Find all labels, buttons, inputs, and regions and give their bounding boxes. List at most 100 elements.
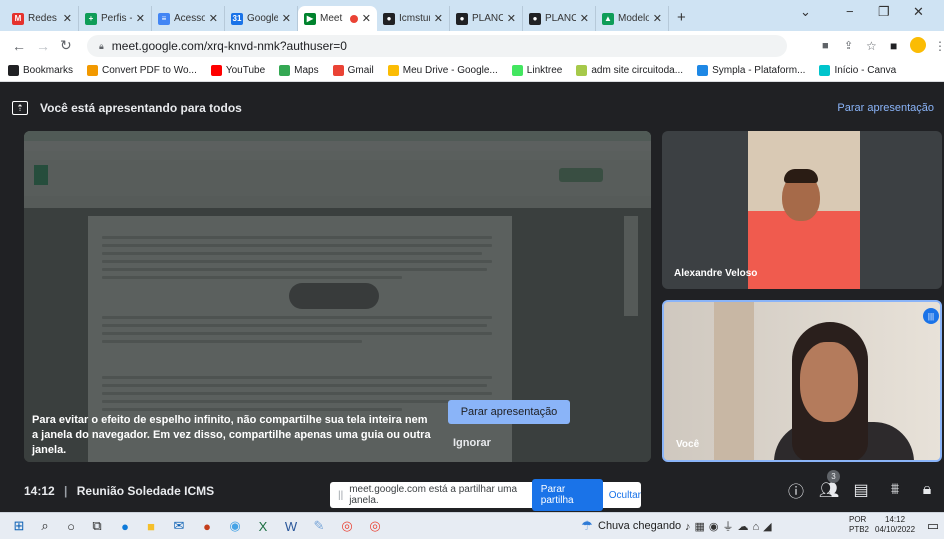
browser-tab[interactable]: + Perfis - Pa ✕	[79, 6, 152, 31]
menu-icon[interactable]: ⋮	[934, 39, 944, 53]
present-screen-icon: ⇡	[12, 101, 28, 115]
star-icon[interactable]: ☆	[866, 39, 877, 53]
stop-sharing-button[interactable]: Parar partilha	[531, 479, 603, 511]
tab-title: PLANO DE	[472, 13, 503, 24]
sharing-notice-text: meet.google.com está a partilhar uma jan…	[349, 484, 518, 506]
address-bar[interactable]: 🔒︎ meet.google.com/xrq-knvd-nmk?authuser…	[87, 35, 787, 57]
back-icon[interactable]: ←	[12, 38, 26, 54]
edge-icon[interactable]: ●	[116, 517, 134, 535]
bookmark-label: Sympla - Plataform...	[712, 65, 806, 76]
share-icon[interactable]: ⇪	[844, 39, 853, 52]
lang-indicator[interactable]: POR PTB2	[849, 515, 869, 535]
start-icon[interactable]: ⊞	[10, 517, 28, 535]
chrome-icon-2[interactable]: ◎	[366, 517, 384, 535]
close-tab-icon[interactable]: ✕	[63, 12, 72, 25]
new-tab-button[interactable]: +	[677, 9, 686, 26]
bookmark-favicon-icon	[387, 65, 399, 76]
tab-search-icon[interactable]: ⌄	[800, 4, 811, 20]
maximize-icon[interactable]: ❐	[878, 4, 890, 20]
bookmark-item[interactable]: Início - Canva	[819, 65, 896, 76]
stop-presenting-link[interactable]: Parar apresentação	[837, 102, 934, 114]
chat-icon[interactable]: ▤	[850, 479, 872, 501]
task-view-icon[interactable]: ⧉	[88, 517, 106, 535]
tab-title: Acessos d	[174, 13, 205, 24]
browser-tab[interactable]: M Redes Soc ✕	[6, 6, 79, 31]
activities-icon[interactable]: ⩩	[884, 479, 906, 501]
participant-tile-you[interactable]: ||| Você	[662, 300, 942, 462]
close-tab-icon[interactable]: ✕	[362, 12, 371, 25]
close-tab-icon[interactable]: ✕	[580, 12, 589, 25]
tab-favicon-icon: M	[12, 12, 24, 25]
lock-host-icon[interactable]: 🔒︎	[916, 479, 938, 501]
bookmark-item[interactable]: Gmail	[332, 65, 374, 76]
bookmark-item[interactable]: Sympla - Plataform...	[697, 65, 805, 76]
weather-icon: ☂	[581, 518, 593, 533]
reload-icon[interactable]: ↻	[60, 37, 72, 54]
participant-name: Alexandre Veloso	[674, 268, 758, 279]
weather-text: Chuva chegando	[598, 520, 682, 532]
profile-avatar[interactable]	[910, 37, 926, 53]
bookmark-label: adm site circuitoda...	[591, 65, 684, 76]
meeting-title: Reunião Soledade ICMS	[76, 484, 215, 498]
meeting-info: 14:12 | Reunião Soledade ICMS	[24, 484, 215, 498]
close-tab-icon[interactable]: ✕	[209, 12, 218, 25]
paint-icon[interactable]: ✎	[310, 517, 328, 535]
bookmark-label: Linktree	[526, 65, 563, 76]
close-window-icon[interactable]: ✕	[913, 4, 924, 20]
tab-favicon-icon: +	[85, 12, 97, 25]
app-icon[interactable]: ●	[198, 517, 216, 535]
ignore-button[interactable]: Ignorar	[453, 437, 491, 449]
browser-tab[interactable]: ▲ Modelos ✕	[596, 6, 669, 31]
pause-icon: ||	[338, 489, 344, 501]
browser-tab[interactable]: ▶ Meet ✕	[298, 6, 377, 31]
participant-tile-alexandre[interactable]: Alexandre Veloso	[662, 131, 942, 289]
people-icon[interactable]: 👥︎ 3	[818, 470, 840, 501]
bookmark-item[interactable]: Maps	[279, 65, 319, 76]
bookmark-item[interactable]: Meu Drive - Google...	[387, 65, 498, 76]
bookmarks-menu[interactable]: Bookmarks	[8, 65, 73, 76]
hide-notice-button[interactable]: Ocultar	[609, 490, 641, 501]
tab-title: Google Ag	[247, 13, 278, 24]
app-icon-2[interactable]: ◉	[226, 517, 244, 535]
bookmark-label: Maps	[294, 65, 319, 76]
tab-favicon-icon: ●	[383, 12, 395, 25]
notifications-icon[interactable]: ▭	[924, 517, 942, 535]
tab-favicon-icon: ●	[529, 12, 541, 25]
bookmark-item[interactable]: YouTube	[210, 65, 265, 76]
browser-tab[interactable]: ≡ Acessos d ✕	[152, 6, 225, 31]
info-icon[interactable]: ⓘ	[785, 479, 807, 501]
browser-tab[interactable]: ● PLANO DE ✕	[523, 6, 596, 31]
bookmark-item[interactable]: Convert PDF to Wo...	[87, 65, 197, 76]
close-tab-icon[interactable]: ✕	[653, 12, 662, 25]
stop-presenting-button[interactable]: Parar apresentação	[448, 400, 570, 424]
sharing-notice: || meet.google.com está a partilhar uma …	[330, 479, 641, 511]
bookmark-favicon-icon	[210, 65, 222, 76]
bookmark-item[interactable]: adm site circuitoda...	[576, 65, 683, 76]
taskbar-clock[interactable]: 14:12 04/10/2022	[875, 515, 915, 535]
tab-favicon-icon: ≡	[158, 12, 170, 25]
forward-icon[interactable]: →	[36, 38, 50, 54]
side-panel-icon[interactable]: ■	[890, 39, 897, 53]
browser-tab[interactable]: 31 Google Ag ✕	[225, 6, 298, 31]
excel-icon[interactable]: X	[254, 517, 272, 535]
close-tab-icon[interactable]: ✕	[507, 12, 516, 25]
chrome-icon[interactable]: ◎	[338, 517, 356, 535]
word-icon[interactable]: W	[282, 517, 300, 535]
tab-favicon-icon: ●	[456, 12, 468, 25]
browser-tab[interactable]: ● Icmsturism ✕	[377, 6, 450, 31]
close-tab-icon[interactable]: ✕	[434, 12, 443, 25]
bookmark-label: Início - Canva	[834, 65, 897, 76]
bookmark-item[interactable]: Linktree	[511, 65, 563, 76]
bookmarks-bar: Bookmarks Convert PDF to Wo... YouTube Maps…	[0, 60, 944, 82]
search-icon[interactable]: ⌕	[36, 517, 54, 535]
browser-tab[interactable]: ● PLANO DE ✕	[450, 6, 523, 31]
close-tab-icon[interactable]: ✕	[136, 12, 145, 25]
cortana-icon[interactable]: ○	[62, 517, 80, 535]
camera-icon[interactable]: ■	[822, 40, 829, 52]
minimize-icon[interactable]: −	[846, 4, 854, 19]
close-tab-icon[interactable]: ✕	[282, 12, 291, 25]
file-explorer-icon[interactable]: ■	[142, 517, 160, 535]
bookmark-label: Bookmarks	[23, 65, 74, 76]
bookmark-favicon-icon	[576, 65, 588, 76]
mail-icon[interactable]: ✉	[170, 517, 188, 535]
